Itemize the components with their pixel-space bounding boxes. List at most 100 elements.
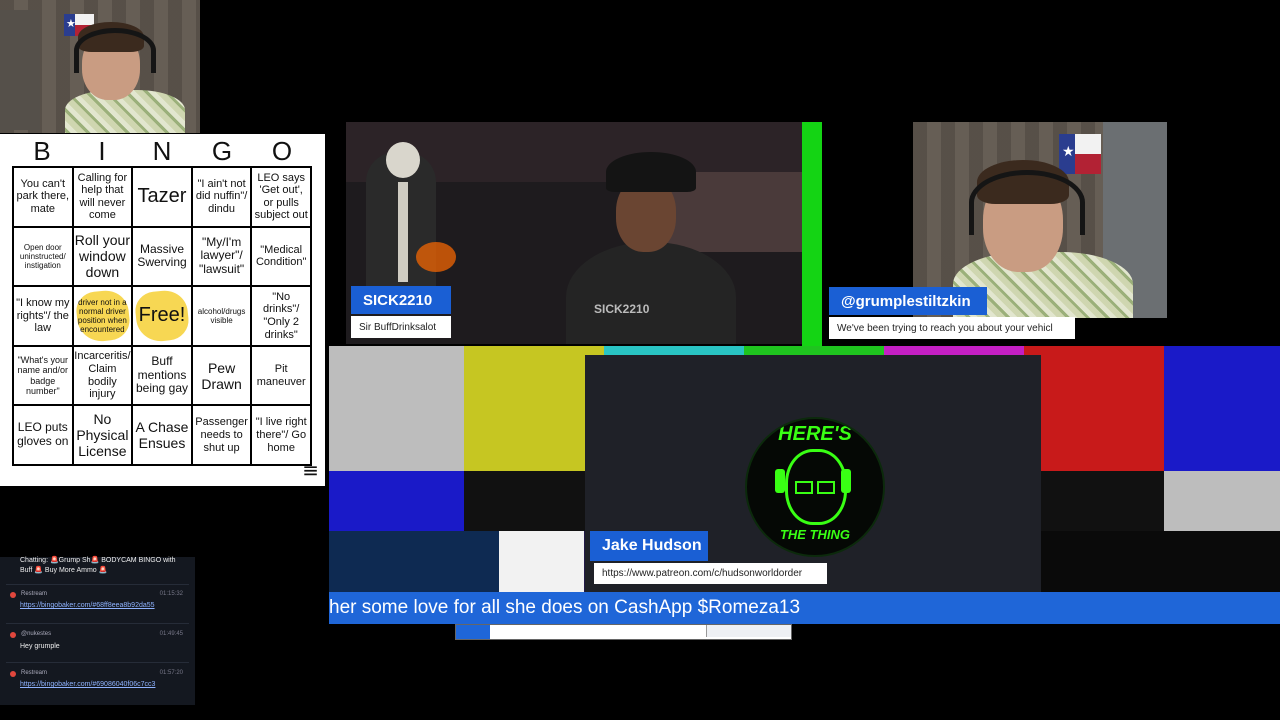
chat-title: Chatting: 🚨Grump Sh🚨 BODYCAM BINGO with … xyxy=(20,557,176,574)
bingo-cell-text: No Physical License xyxy=(76,411,129,460)
bingo-cell-text: "I live right there"/ Go home xyxy=(255,416,307,454)
chat-username: Restream xyxy=(21,670,48,676)
bingo-cell[interactable]: You can't park there, mate xyxy=(13,167,73,227)
chat-message: @nukestes 01:49:45 Hey grumple xyxy=(0,629,195,659)
host-name-tag: Jake Hudson xyxy=(590,531,708,561)
restream-icon xyxy=(10,592,16,598)
bingo-cell[interactable]: Calling for help that will never come xyxy=(72,167,133,227)
chat-timestamp: 01:15:32 xyxy=(159,591,183,597)
shirt-text: SICK2210 xyxy=(594,302,650,316)
progress-fill xyxy=(456,625,490,639)
chat-message: Restream 01:57:20 https://bingobaker.com… xyxy=(0,668,195,698)
host-panel: HERE'S THE THING Jake Hudson https://www… xyxy=(585,355,1041,592)
bingo-cell-text: Calling for help that will never come xyxy=(77,171,128,222)
webcam-top-left: ★ xyxy=(0,0,200,133)
guest2-subtitle-text: We've been trying to reach you about you… xyxy=(837,322,1053,334)
bingo-cell-marked[interactable]: Free! xyxy=(132,286,192,346)
bingo-header: B I N G O xyxy=(12,136,312,166)
bingo-cell[interactable]: Pit maneuver xyxy=(251,345,311,406)
guest1-subtitle-text: Sir BuffDrinksalot xyxy=(359,321,437,333)
bingo-letter: O xyxy=(271,136,293,166)
bingo-cell-text: Passenger needs to shut up xyxy=(195,416,248,454)
bingo-cell[interactable]: "What's your name and/or badge number" xyxy=(13,345,73,406)
guest1-name-tag: SICK2210 xyxy=(351,286,451,314)
progress-bar xyxy=(455,624,792,640)
bingo-cell[interactable]: "I ain't not did nuffin"/ dindu xyxy=(191,167,252,227)
bingo-cell-text: alcohol/drugs visible xyxy=(197,306,246,325)
bingo-cell[interactable]: alcohol/drugs visible xyxy=(191,286,252,346)
chat-timestamp: 01:49:45 xyxy=(159,631,183,637)
progress-remaining xyxy=(706,625,791,637)
bingo-cell[interactable]: Massive Swerving xyxy=(132,226,192,287)
guest2-name-tag: @grumplestiltzkin xyxy=(829,287,987,315)
bingo-cell-text: Open door uninstructed/ instigation xyxy=(19,242,66,270)
bingo-cell[interactable]: Incarceritis/ Claim bodily injury xyxy=(72,345,133,406)
logo-top-text: HERE'S xyxy=(778,423,852,445)
bingo-cell-text: Free! xyxy=(138,304,186,327)
bingo-cell[interactable]: Roll your window down xyxy=(72,226,133,287)
bingo-cell[interactable]: LEO puts gloves on xyxy=(13,405,73,465)
bingo-cell-text: Pew Drawn xyxy=(201,359,242,392)
bingo-cell[interactable]: "I know my rights"/ the law xyxy=(13,286,73,346)
bingo-cell[interactable]: Buff mentions being gay xyxy=(132,345,192,406)
bingo-cell-text: driver not in a normal driver position w… xyxy=(77,297,127,335)
bingo-cell-text: "My/I'm lawyer"/ "lawsuit" xyxy=(198,234,245,277)
bingo-cell[interactable]: Pew Drawn xyxy=(191,345,252,406)
bingo-grid: You can't park there, mate Calling for he… xyxy=(12,166,312,466)
bingo-cell[interactable]: No Physical License xyxy=(72,405,133,465)
scrolling-ticker: her some love for all she does on CashAp… xyxy=(329,592,1280,624)
bingo-cell-text: A Chase Ensues xyxy=(135,419,189,452)
bingo-cell-text: You can't park there, mate xyxy=(16,177,70,216)
chat-username: Restream xyxy=(21,591,48,597)
bingo-cell-text: LEO says 'Get out', or pulls subject out xyxy=(254,171,308,222)
chat-text: Hey grumple xyxy=(20,643,60,650)
bingo-cell-text: Buff mentions being gay xyxy=(135,353,189,396)
host-subtitle-text: https://www.patreon.com/c/hudsonworldord… xyxy=(602,568,803,579)
bingo-letter: B xyxy=(33,136,51,166)
bingo-cell-text: Incarceritis/ Claim bodily injury xyxy=(74,350,131,401)
guest-figure: SICK2210 xyxy=(556,132,756,344)
chat-timestamp: 01:57:20 xyxy=(159,670,183,676)
guest2-name: @grumplestiltzkin xyxy=(841,292,971,310)
host-name: Jake Hudson xyxy=(602,537,702,554)
bingo-cell-text: Pit maneuver xyxy=(256,362,306,388)
bingo-card: B I N G O You can't park there, mate Call… xyxy=(0,134,325,486)
ticker-text: her some love for all she does on CashAp… xyxy=(329,597,801,618)
skeleton-figure xyxy=(386,142,420,178)
bingo-letter: I xyxy=(98,136,106,166)
chat-username: @nukestes xyxy=(21,631,52,637)
chat-message: Restream 01:15:32 https://bingobaker.com… xyxy=(0,589,195,619)
bingo-letter: N xyxy=(152,136,172,166)
bingo-cell[interactable]: "Medical Condition" xyxy=(251,226,311,287)
bingo-cell[interactable]: Passenger needs to shut up xyxy=(191,405,252,465)
bingo-cell-text: "Medical Condition" xyxy=(255,243,307,269)
bingo-cell-text: "I know my rights"/ the law xyxy=(16,297,70,335)
bingo-cell-text: "No drinks"/ "Only 2 drinks" xyxy=(263,290,300,341)
youtube-icon xyxy=(10,632,16,638)
chat-panel: Chatting: 🚨Grump Sh🚨 BODYCAM BINGO with … xyxy=(0,557,195,705)
bingo-cell[interactable]: "I live right there"/ Go home xyxy=(251,405,311,465)
guest1-name: SICK2210 xyxy=(363,291,433,309)
restream-icon xyxy=(10,671,16,677)
bingo-cell-marked[interactable]: driver not in a normal driver position w… xyxy=(72,286,133,346)
bingo-cell[interactable]: A Chase Ensues xyxy=(132,405,192,465)
bingo-cell[interactable]: Open door uninstructed/ instigation xyxy=(13,226,73,287)
guest2-subtitle: We've been trying to reach you about you… xyxy=(829,317,1075,339)
streamer-figure xyxy=(60,20,200,133)
guest1-subtitle: Sir BuffDrinksalot xyxy=(351,316,451,338)
chat-link[interactable]: https://bingobaker.com/#69086040f06c7cc3 xyxy=(20,681,155,688)
bingo-cell[interactable]: "No drinks"/ "Only 2 drinks" xyxy=(251,286,311,346)
bingo-cell-text: "What's your name and/or badge number" xyxy=(17,354,69,396)
heres-the-thing-logo: HERE'S THE THING xyxy=(745,417,885,557)
bingo-letter: G xyxy=(211,136,233,166)
chat-link[interactable]: https://bingobaker.com/#68ff8eea8b92da55 xyxy=(20,602,155,609)
bingo-cell[interactable]: "My/I'm lawyer"/ "lawsuit" xyxy=(191,226,252,287)
webcam-guest-sick2210: SICK2210 SICK2210 Sir BuffDrinksalot xyxy=(346,122,802,344)
menu-icon[interactable]: ≡ xyxy=(302,460,319,480)
bingo-cell[interactable]: Tazer xyxy=(132,167,192,227)
bingo-cell-text: "I ain't not did nuffin"/ dindu xyxy=(195,177,248,216)
bingo-cell-text: Tazer xyxy=(137,185,187,208)
bingo-cell[interactable]: LEO says 'Get out', or pulls subject out xyxy=(251,167,311,227)
bingo-cell-text: Roll your window down xyxy=(74,232,131,281)
green-frame-bar xyxy=(802,122,822,346)
